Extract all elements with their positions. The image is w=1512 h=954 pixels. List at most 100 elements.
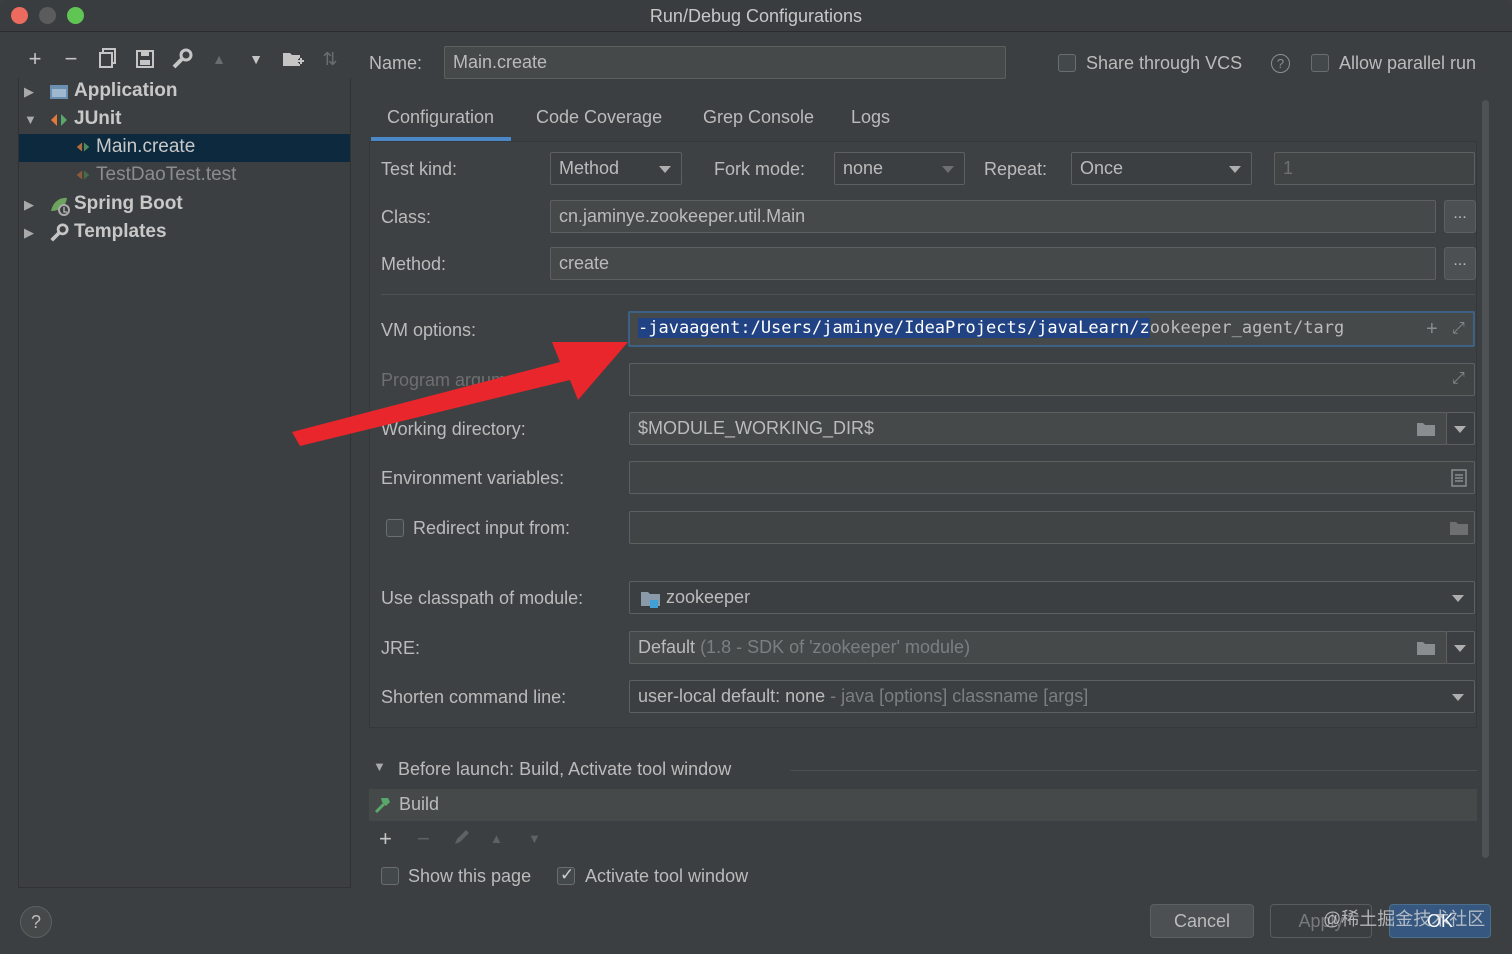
fork-mode-select[interactable]: none — [834, 152, 965, 185]
tree-item-templates[interactable]: ▶ Templates — [19, 219, 350, 247]
test-kind-label: Test kind: — [381, 159, 458, 179]
shorten-select[interactable]: user-local default: none - java [options… — [629, 680, 1475, 713]
method-browse-button[interactable]: ... — [1444, 247, 1476, 280]
remove-icon[interactable]: − — [58, 44, 84, 74]
show-page-checkbox[interactable] — [381, 867, 399, 885]
jre-dropdown[interactable] — [1446, 631, 1475, 664]
config-tree: ▶ Application ▼ JUnit Main.create TestDa… — [18, 78, 351, 888]
program-args-label: Program arguments: — [381, 370, 546, 390]
method-input[interactable]: create — [550, 247, 1436, 280]
working-dir-dropdown[interactable] — [1446, 412, 1475, 445]
folder-add-icon[interactable] — [280, 44, 306, 74]
tree-item-junit[interactable]: ▼ JUnit — [19, 106, 350, 134]
tree-item-label: Main.create — [96, 136, 196, 157]
show-page-label: Show this page — [408, 866, 532, 886]
expand-icon[interactable]: ⤢ — [1452, 320, 1465, 338]
chevron-down-icon — [942, 166, 954, 173]
jre-select[interactable]: Default (1.8 - SDK of 'zookeeper' module… — [629, 631, 1447, 664]
sort-icon[interactable]: ⇅ — [317, 44, 343, 74]
vm-options-input[interactable]: -javaagent:/Users/jaminye/IdeaProjects/j… — [628, 311, 1475, 347]
repeat-select[interactable]: Once — [1071, 152, 1252, 185]
method-label: Method: — [381, 254, 447, 274]
redirect-input-field[interactable] — [629, 511, 1475, 544]
move-down-icon[interactable]: ▼ — [243, 44, 269, 74]
copy-icon[interactable] — [95, 44, 121, 74]
tree-item-spring-boot[interactable]: ▶ Spring Boot — [19, 191, 350, 219]
plus-icon[interactable]: + — [1426, 318, 1438, 341]
add-icon[interactable]: + — [379, 826, 392, 852]
config-toolbar: + − ▲ ▼ ⇅ — [20, 44, 350, 74]
wrench-icon[interactable] — [169, 44, 195, 74]
shorten-value: user-local default: none — [638, 686, 826, 706]
vm-options-label: VM options: — [381, 320, 477, 340]
name-input[interactable]: Main.create — [444, 46, 1006, 79]
tree-item-label: Templates — [74, 221, 167, 242]
folder-icon[interactable] — [1449, 520, 1469, 541]
watermark: @稀土掘金技术社区 — [1323, 909, 1486, 929]
move-up-icon[interactable]: ▲ — [206, 44, 232, 74]
before-launch-title[interactable]: Before launch: Build, Activate tool wind… — [398, 759, 731, 780]
jre-value: Default — [638, 637, 696, 657]
repeat-value: Once — [1080, 158, 1124, 178]
repeat-label: Repeat: — [984, 159, 1048, 179]
chevron-down-icon[interactable]: ▼ — [24, 112, 38, 127]
separator — [790, 770, 1477, 771]
jre-label: JRE: — [381, 638, 421, 658]
junit-icon — [49, 110, 69, 130]
tab-configuration[interactable]: Configuration — [370, 104, 512, 141]
tree-item-label: TestDaoTest.test — [96, 164, 237, 185]
tree-item-application[interactable]: ▶ Application — [19, 78, 350, 106]
spring-boot-icon — [49, 195, 70, 216]
folder-icon[interactable] — [1416, 421, 1436, 442]
tree-item-testdaotest[interactable]: TestDaoTest.test — [19, 162, 350, 190]
add-icon[interactable]: + — [22, 44, 48, 74]
program-args-input[interactable] — [629, 363, 1475, 396]
share-vcs-checkbox[interactable] — [1058, 54, 1076, 72]
working-dir-label: Working directory: — [381, 419, 526, 439]
test-kind-select[interactable]: Method — [550, 152, 682, 185]
before-launch-item[interactable]: Build — [399, 794, 439, 815]
class-browse-button[interactable]: ... — [1444, 200, 1476, 233]
junit-config-icon — [74, 166, 94, 186]
tree-item-label: Spring Boot — [74, 193, 183, 214]
chevron-down-icon — [1454, 426, 1466, 433]
env-vars-label: Environment variables: — [381, 468, 565, 488]
working-dir-input[interactable]: $MODULE_WORKING_DIR$ — [629, 412, 1447, 445]
shorten-detail: - java [options] classname [args] — [830, 686, 1089, 706]
save-icon[interactable] — [132, 44, 158, 74]
chevron-down-icon — [659, 166, 671, 173]
scrollbar[interactable] — [1480, 100, 1490, 858]
cancel-button[interactable]: Cancel — [1150, 904, 1254, 938]
move-up-icon[interactable]: ▲ — [490, 831, 503, 846]
fork-mode-label: Fork mode: — [714, 159, 806, 179]
tree-item-main-create[interactable]: Main.create — [19, 134, 350, 162]
env-vars-input[interactable] — [629, 461, 1475, 494]
scrollbar-thumb[interactable] — [1482, 100, 1489, 858]
edit-icon[interactable] — [453, 828, 471, 851]
activate-tool-window-checkbox[interactable] — [557, 865, 575, 885]
classpath-select[interactable]: zookeeper — [629, 581, 1475, 614]
vm-options-rest-text: ookeeper_agent/targ — [1149, 318, 1345, 338]
separator — [381, 294, 1475, 295]
document-icon[interactable] — [1451, 469, 1467, 492]
chevron-down-icon[interactable]: ▼ — [373, 759, 386, 774]
allow-parallel-checkbox[interactable] — [1311, 54, 1329, 72]
redirect-input-checkbox[interactable] — [386, 519, 404, 537]
class-input[interactable]: cn.jaminye.zookeeper.util.Main — [550, 200, 1436, 233]
folder-icon[interactable] — [1416, 640, 1436, 661]
chevron-down-icon — [1454, 645, 1466, 652]
tab-code-coverage[interactable]: Code Coverage — [536, 104, 662, 138]
shorten-label: Shorten command line: — [381, 687, 567, 707]
help-icon[interactable]: ? — [1271, 54, 1290, 73]
expand-icon[interactable]: ⤢ — [1452, 370, 1465, 388]
remove-icon[interactable]: − — [417, 826, 430, 852]
help-button[interactable]: ? — [20, 906, 52, 938]
move-down-icon[interactable]: ▼ — [528, 831, 541, 846]
application-icon — [49, 82, 69, 102]
chevron-right-icon[interactable]: ▶ — [24, 197, 38, 212]
tab-logs[interactable]: Logs — [851, 104, 890, 138]
chevron-right-icon[interactable]: ▶ — [24, 84, 38, 99]
tab-grep-console[interactable]: Grep Console — [703, 104, 814, 138]
chevron-right-icon[interactable]: ▶ — [24, 225, 38, 240]
repeat-count-input[interactable]: 1 — [1274, 152, 1475, 185]
